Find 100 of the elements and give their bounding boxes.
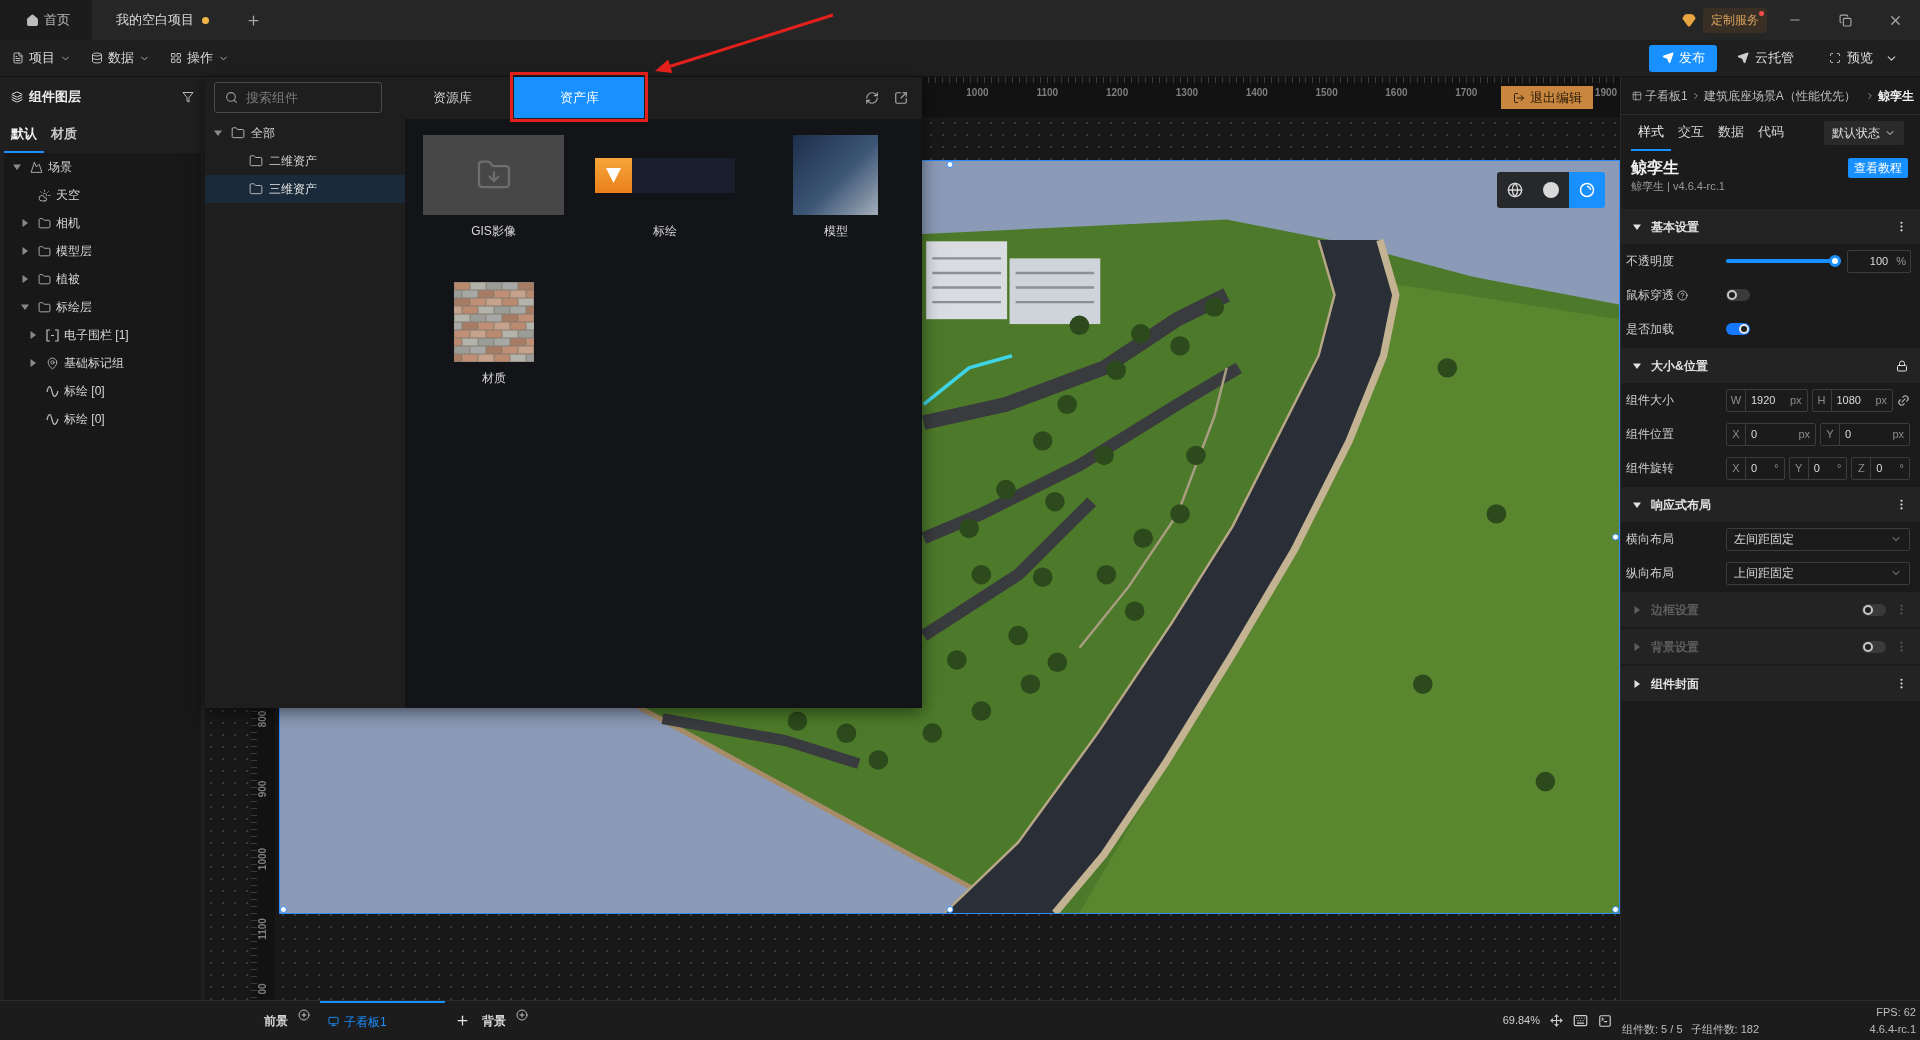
caret-icon[interactable] bbox=[1633, 222, 1641, 231]
menu-button[interactable]: 项目 bbox=[12, 48, 71, 68]
component-version: 鲸孪生 | v4.6.4-rc.1 bbox=[1631, 179, 1725, 194]
field-label: 纵向布局 bbox=[1626, 565, 1674, 582]
board-tab[interactable]: 子看板1 bbox=[320, 1001, 445, 1040]
ruler-label: 1900 bbox=[1594, 88, 1618, 98]
refresh-icon[interactable] bbox=[865, 91, 879, 105]
section-header[interactable]: 响应式布局 bbox=[1621, 487, 1920, 522]
number-field[interactable]: H 1080 px bbox=[1811, 388, 1893, 412]
section-header[interactable]: 基本设置 bbox=[1621, 209, 1920, 244]
field-label: 鼠标穿透 bbox=[1626, 287, 1674, 304]
layer-item[interactable]: 相机 bbox=[4, 209, 201, 237]
help-icon[interactable] bbox=[1677, 289, 1688, 301]
section-header[interactable]: 组件封面 bbox=[1621, 666, 1920, 701]
slider-track[interactable] bbox=[1726, 255, 1841, 267]
folder-item[interactable]: 二维资产 bbox=[205, 147, 405, 175]
resize-handle[interactable] bbox=[1612, 906, 1619, 913]
number-field[interactable]: W 1920 px bbox=[1726, 388, 1808, 412]
send-icon bbox=[1661, 52, 1674, 64]
layer-item[interactable]: 基础标记组 bbox=[4, 349, 201, 377]
caret-icon[interactable] bbox=[21, 275, 29, 283]
toggle-switch[interactable] bbox=[1726, 289, 1750, 301]
breadcrumb-link[interactable]: 鲸孪生 bbox=[1877, 86, 1914, 105]
keyboard-icon[interactable] bbox=[1573, 1013, 1588, 1028]
globe-icon bbox=[1507, 182, 1523, 198]
ruler-label: 1000 bbox=[966, 88, 989, 98]
inspector-tab[interactable]: 数据 bbox=[1711, 115, 1751, 151]
photo-placeholder[interactable] bbox=[793, 135, 878, 215]
state-select[interactable]: 默认状态 bbox=[1824, 121, 1904, 145]
layer-item[interactable]: 标绘 [0] bbox=[4, 405, 201, 433]
caret-icon[interactable] bbox=[29, 331, 37, 339]
panel-tab[interactable]: 材质 bbox=[44, 117, 84, 153]
caret-icon[interactable] bbox=[1633, 500, 1641, 509]
inspector-tab[interactable]: 样式 bbox=[1631, 115, 1671, 151]
layer-item[interactable]: 植被 bbox=[4, 265, 201, 293]
plus-circle-icon[interactable] bbox=[516, 1008, 528, 1021]
caret-icon[interactable] bbox=[29, 359, 37, 367]
inspector-tab[interactable]: 交互 bbox=[1671, 115, 1711, 151]
asset-label: 模型 bbox=[823, 224, 848, 238]
document-tab[interactable]: 首页 bbox=[0, 0, 92, 40]
section-header[interactable]: 大小&位置 bbox=[1621, 348, 1920, 383]
plus-circle-icon[interactable] bbox=[298, 1008, 310, 1021]
toggle-switch[interactable] bbox=[1726, 323, 1750, 335]
layer-item[interactable]: 标绘层 bbox=[4, 293, 201, 321]
view-mode-button[interactable] bbox=[1533, 172, 1569, 208]
caret-icon[interactable] bbox=[1633, 679, 1641, 688]
filter-icon[interactable] bbox=[182, 91, 194, 103]
preview-button[interactable]: 预览 bbox=[1829, 48, 1898, 68]
mountain-icon bbox=[30, 160, 43, 174]
terminal-icon[interactable] bbox=[1598, 1013, 1612, 1028]
caret-icon[interactable] bbox=[1633, 361, 1641, 370]
export-icon[interactable] bbox=[894, 91, 908, 105]
layer-item[interactable]: 模型层 bbox=[4, 237, 201, 265]
ruler-label: 00 bbox=[258, 983, 268, 995]
ruler-label: 1500 bbox=[1315, 88, 1338, 98]
resize-handle[interactable] bbox=[280, 906, 287, 913]
thumbnail-placeholder[interactable] bbox=[423, 135, 564, 215]
service-badge[interactable]: 定制服务 bbox=[1703, 7, 1767, 33]
layer-item[interactable]: 标绘 [0] bbox=[4, 377, 201, 405]
menu-button[interactable]: 操作 bbox=[170, 48, 229, 68]
caret-icon[interactable] bbox=[21, 247, 29, 255]
caret-icon[interactable] bbox=[214, 129, 222, 137]
resize-handle[interactable] bbox=[1612, 533, 1619, 541]
caret-icon[interactable] bbox=[21, 303, 29, 311]
select-field[interactable]: 左间距固定 bbox=[1726, 527, 1910, 551]
plus-icon[interactable] bbox=[455, 1013, 470, 1028]
plus-icon[interactable] bbox=[246, 12, 261, 28]
resize-handle[interactable] bbox=[946, 906, 953, 913]
layer-item[interactable]: 场景 bbox=[4, 153, 201, 181]
cloud-host-button[interactable]: 云托管 bbox=[1737, 48, 1794, 68]
number-field[interactable]: Y 0 ° bbox=[1788, 456, 1848, 480]
number-field[interactable]: X 0 ° bbox=[1726, 456, 1785, 480]
layer-item[interactable]: 天空 bbox=[4, 181, 201, 209]
view-mode-button[interactable] bbox=[1497, 172, 1533, 208]
move-icon[interactable] bbox=[1550, 1014, 1563, 1027]
inspector-tab[interactable]: 代码 bbox=[1751, 115, 1791, 151]
folder-item[interactable]: 三维资产 bbox=[205, 175, 405, 203]
resize-handle[interactable] bbox=[946, 161, 953, 168]
caret-icon[interactable] bbox=[21, 219, 29, 227]
library-tab[interactable]: 资源库 bbox=[419, 77, 486, 118]
number-field[interactable]: Z 0 ° bbox=[1851, 456, 1910, 480]
ruler-label: 1300 bbox=[1175, 88, 1199, 98]
menu-button[interactable]: 数据 bbox=[91, 48, 150, 68]
select-field[interactable]: 上间距固定 bbox=[1726, 561, 1910, 585]
caret-icon[interactable] bbox=[13, 163, 21, 171]
folder-icon bbox=[38, 216, 51, 230]
restore-icon[interactable] bbox=[1838, 13, 1852, 27]
lock-icon[interactable] bbox=[1896, 359, 1908, 372]
number-field[interactable]: Y 0 px bbox=[1820, 422, 1910, 446]
breadcrumb-link[interactable]: 建筑底座场景A（性能优先） bbox=[1703, 86, 1856, 105]
number-field[interactable]: X 0 px bbox=[1726, 422, 1816, 446]
field-label: 组件大小 bbox=[1626, 392, 1674, 409]
folder-item[interactable]: 全部 bbox=[205, 119, 405, 147]
slider-thumb[interactable] bbox=[1829, 255, 1841, 267]
number-input[interactable]: 100 % bbox=[1847, 249, 1911, 273]
breadcrumb-link[interactable]: 子看板1 bbox=[1645, 86, 1688, 105]
layer-item[interactable]: 电子围栏 [1] bbox=[4, 321, 201, 349]
exit-edit-button[interactable]: 退出编辑 bbox=[1501, 86, 1593, 109]
banner-drawing[interactable] bbox=[594, 157, 735, 193]
search-field[interactable]: 搜索组件 bbox=[214, 82, 382, 113]
